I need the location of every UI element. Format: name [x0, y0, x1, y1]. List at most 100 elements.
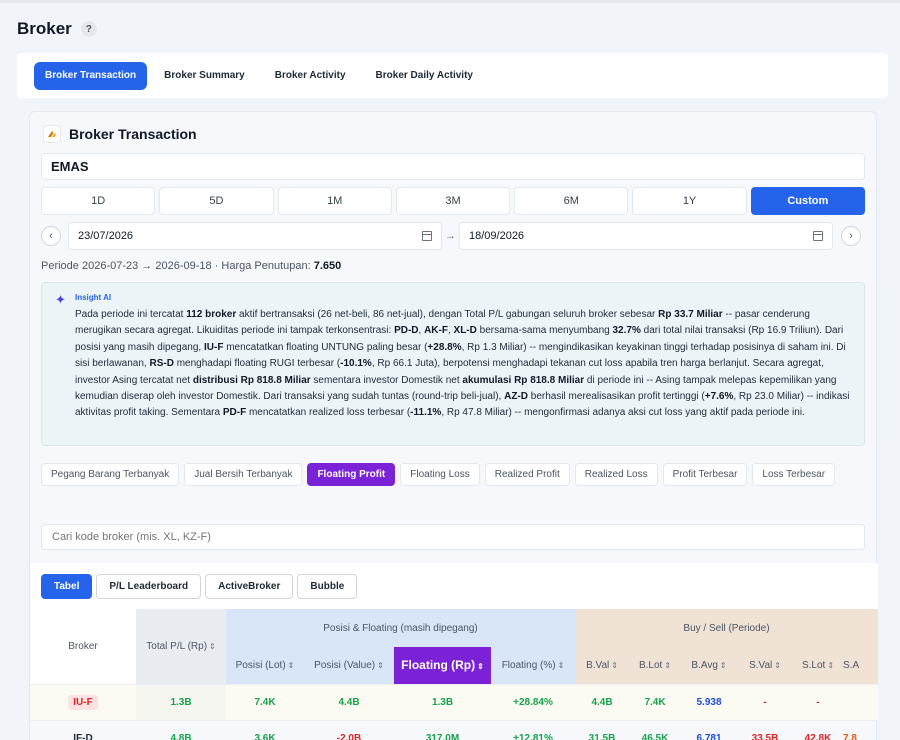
- cell-slot: -: [793, 683, 843, 720]
- col-posisi-value[interactable]: Posisi (Value) ⇕: [304, 647, 394, 684]
- insight-segment: bersama-sama menyumbang: [476, 325, 613, 337]
- sort-icon: ⇕: [377, 660, 384, 670]
- filter-floating-profit[interactable]: Floating Profit: [307, 463, 396, 486]
- insight-highlight: PD-F: [222, 407, 247, 419]
- cell-pos-lot: 3.6K: [226, 719, 304, 740]
- tab-broker-summary[interactable]: Broker Summary: [151, 62, 258, 90]
- sort-icon: ⇕: [477, 662, 484, 672]
- view-bubble[interactable]: Bubble: [297, 573, 358, 599]
- col-bavg[interactable]: B.Avg ⇕: [681, 647, 737, 684]
- card-title: Broker Transaction: [43, 125, 197, 143]
- filter-loss-terbesar[interactable]: Loss Terbesar: [752, 463, 836, 486]
- tab-broker-daily-activity[interactable]: Broker Daily Activity: [363, 62, 486, 90]
- insight-segment: menghadapi floating RUGI terbesar (: [173, 358, 341, 370]
- ticker-field[interactable]: EMAS: [41, 153, 865, 180]
- app-logo-icon: [43, 125, 61, 143]
- chevron-left-icon[interactable]: ‹: [41, 226, 61, 246]
- broker-search-input[interactable]: [41, 524, 865, 550]
- cell-floating: 1.3B: [394, 683, 491, 720]
- period-info-label: Periode 2026-07-23 → 2026-09-18 · Harga …: [41, 260, 314, 272]
- period-1y[interactable]: 1Y: [632, 187, 747, 215]
- col-sval[interactable]: S.Val ⇕: [737, 647, 793, 684]
- period-1m[interactable]: 1M: [277, 187, 392, 215]
- period-5d[interactable]: 5D: [159, 187, 274, 215]
- date-range-row: ‹ 23/07/2026 → 18/09/2026 ›: [41, 222, 865, 250]
- insight-highlight: distribusi Rp 818.8 Miliar: [192, 374, 311, 386]
- date-from-value: 23/07/2026: [78, 230, 134, 242]
- cell-broker: IF-D: [30, 719, 136, 740]
- col-total-pl[interactable]: Total P/L (Rp) ⇕: [136, 609, 226, 684]
- tab-broker-activity[interactable]: Broker Activity: [262, 62, 359, 90]
- tab-broker-transaction[interactable]: Broker Transaction: [34, 61, 148, 90]
- col-savg[interactable]: S.A: [843, 647, 878, 684]
- arrow-right-icon: →: [445, 230, 456, 242]
- cell-pos-lot: 7.4K: [226, 683, 304, 720]
- cell-pos-val: 4.4B: [304, 683, 394, 720]
- filter-pegang-barang-terbanyak[interactable]: Pegang Barang Terbanyak: [41, 463, 180, 486]
- date-from-field[interactable]: 23/07/2026: [68, 222, 442, 250]
- period-selector: 1D 5D 1M 3M 6M 1Y Custom: [41, 187, 865, 215]
- col-slot[interactable]: S.Lot ⇕: [793, 647, 843, 684]
- cell-broker: IU-F: [30, 683, 136, 720]
- cell-blot: 7.4K: [629, 683, 681, 720]
- table-row[interactable]: IF-D 4.8B 3.6K -2.0B 317.0M +12.81% 31.5…: [30, 719, 878, 740]
- cell-bval: 4.4B: [575, 683, 629, 720]
- help-icon[interactable]: ?: [80, 21, 97, 37]
- cell-bavg: 6.781: [681, 719, 737, 740]
- filter-realized-loss[interactable]: Realized Loss: [574, 463, 658, 486]
- view-switcher: Tabel P/L Leaderboard ActiveBroker Bubbl…: [30, 563, 878, 609]
- cell-total: 1.3B: [136, 683, 226, 720]
- col-floating-pct[interactable]: Floating (%) ⇕: [491, 647, 575, 684]
- insight-text: Pada periode ini tercatat 112 broker akt…: [75, 307, 853, 422]
- col-blot[interactable]: B.Lot ⇕: [629, 647, 681, 684]
- card-title-text: Broker Transaction: [69, 126, 197, 142]
- col-floating-rp[interactable]: Floating (Rp) ⇕: [394, 647, 491, 684]
- insight-highlight: Rp 33.7 Miliar: [658, 309, 723, 320]
- col-broker[interactable]: Broker: [30, 609, 136, 684]
- cell-floating: 317.0M: [394, 719, 491, 740]
- period-1d[interactable]: 1D: [41, 187, 156, 215]
- sort-icon: ⇕: [611, 660, 618, 670]
- broker-table: Broker Total P/L (Rp) ⇕ Posisi & Floating…: [30, 609, 878, 740]
- insight-segment: sementara investor Domestik net: [310, 374, 463, 386]
- insight-segment: mencatatkan realized loss terbesar (: [246, 407, 411, 419]
- period-6m[interactable]: 6M: [514, 187, 629, 215]
- insight-label: Insight AI: [75, 293, 112, 302]
- chevron-right-icon[interactable]: ›: [841, 226, 861, 246]
- page-title-text: Broker: [17, 19, 72, 38]
- sort-icon: ⇕: [557, 660, 565, 670]
- view-activebroker[interactable]: ActiveBroker: [205, 573, 294, 599]
- col-bval[interactable]: B.Val ⇕: [575, 647, 629, 684]
- filter-realized-profit[interactable]: Realized Profit: [484, 463, 570, 486]
- period-3m[interactable]: 3M: [395, 187, 511, 215]
- broker-transaction-card: Broker Transaction EMAS 1D 5D 1M 3M 6M 1…: [29, 111, 878, 740]
- view-tabel[interactable]: Tabel: [41, 573, 93, 599]
- page-title: Broker ?: [17, 19, 97, 39]
- filter-profit-terbesar[interactable]: Profit Terbesar: [662, 463, 748, 486]
- sort-icon: ⇕: [774, 660, 781, 670]
- cell-savg: 7.8: [843, 719, 878, 740]
- period-custom[interactable]: Custom: [750, 187, 865, 215]
- filter-jual-bersih-terbanyak[interactable]: Jual Bersih Terbanyak: [184, 463, 303, 486]
- insight-highlight: AK-F: [424, 325, 448, 337]
- col-posisi-lot[interactable]: Posisi (Lot) ⇕: [226, 647, 304, 684]
- cell-pos-val: -2.0B: [304, 719, 394, 740]
- insight-highlight: +28.8%: [427, 341, 462, 353]
- date-to-value: 18/09/2026: [469, 230, 525, 242]
- insight-highlight: akumulasi Rp 818.8 Miliar: [462, 374, 585, 386]
- insight-highlight: -10.1%: [340, 358, 372, 370]
- insight-highlight: -11.1%: [410, 407, 442, 419]
- calendar-icon[interactable]: [813, 231, 823, 241]
- table-row[interactable]: IU-F 1.3B 7.4K 4.4B 1.3B +28.84% 4.4B 7.…: [30, 683, 878, 720]
- date-to-field[interactable]: 18/09/2026: [459, 222, 833, 250]
- period-info: Periode 2026-07-23 → 2026-09-18 · Harga …: [41, 260, 341, 272]
- cell-bval: 31.5B: [575, 719, 629, 740]
- view-pl-leaderboard[interactable]: P/L Leaderboard: [96, 573, 202, 599]
- calendar-icon[interactable]: [422, 231, 432, 241]
- insight-segment: berhasil merealisasikan profit tertinggi…: [527, 391, 705, 403]
- cell-slot: 42.8K: [793, 719, 843, 740]
- filter-floating-loss[interactable]: Floating Loss: [400, 463, 480, 486]
- cell-floating-pct: +28.84%: [491, 683, 575, 720]
- broker-table-wrapper: Broker Total P/L (Rp) ⇕ Posisi & Floating…: [30, 609, 878, 740]
- close-price: 7.650: [313, 260, 342, 272]
